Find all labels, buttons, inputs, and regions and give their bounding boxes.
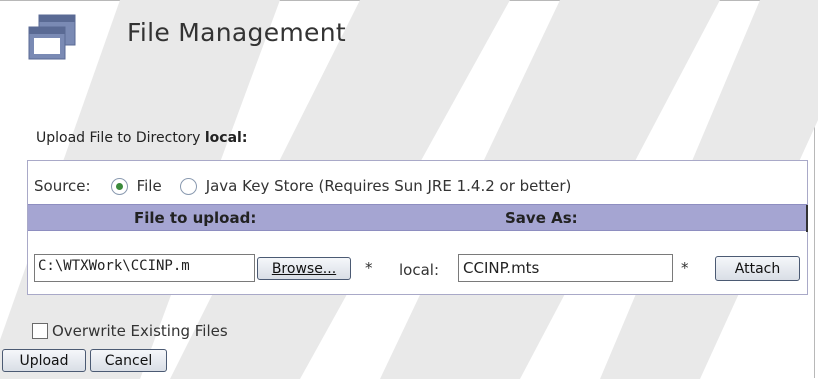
source-keystore-radio[interactable]	[179, 177, 197, 195]
save-location-label: local:	[399, 261, 440, 279]
overwrite-option: Overwrite Existing Files	[32, 322, 228, 340]
source-label: Source:	[34, 177, 91, 195]
source-keystore-label[interactable]: Java Key Store (Requires Sun JRE 1.4.2 o…	[206, 177, 572, 195]
required-marker: *	[365, 259, 373, 277]
cancel-button[interactable]: Cancel	[90, 349, 167, 372]
source-row: Source: File Java Key Store (Requires Su…	[34, 177, 571, 195]
upload-panel: Source: File Java Key Store (Requires Su…	[27, 160, 808, 295]
source-file-label[interactable]: File	[137, 177, 162, 195]
source-file-radio[interactable]	[110, 177, 128, 195]
header-divider	[806, 205, 808, 232]
upload-heading-label: Upload File to Directory	[36, 130, 201, 146]
upload-button[interactable]: Upload	[2, 349, 86, 372]
column-header-save-as: Save As:	[505, 209, 578, 227]
column-header-file-to-upload: File to upload:	[134, 209, 257, 227]
upload-table-header: File to upload: Save As:	[28, 204, 808, 232]
upload-directory-name: local:	[204, 130, 248, 146]
page-title: File Management	[127, 18, 346, 47]
file-management-icon	[28, 14, 76, 60]
required-marker: *	[681, 259, 689, 277]
browse-button-label: Browse...	[271, 260, 337, 277]
attach-button[interactable]: Attach	[715, 256, 800, 281]
overwrite-checkbox[interactable]	[32, 323, 48, 339]
radio-selected-dot	[115, 182, 123, 190]
save-as-input[interactable]: CCINP.mts	[458, 254, 673, 282]
upload-heading: Upload File to Directory local:	[36, 130, 247, 146]
overwrite-label[interactable]: Overwrite Existing Files	[52, 322, 228, 340]
file-path-input[interactable]: C:\WTXWork\CCINP.m	[34, 254, 255, 282]
browse-button[interactable]: Browse...	[257, 257, 351, 280]
